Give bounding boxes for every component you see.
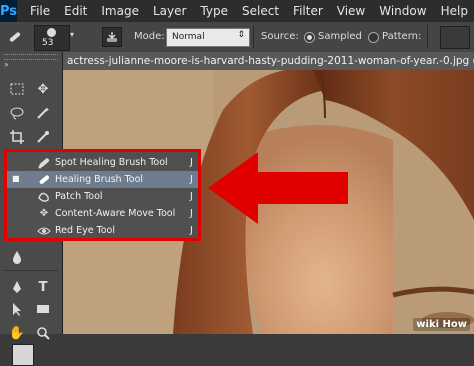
document-tab[interactable]: actress-julianne-moore-is-harvard-hasty-… xyxy=(63,52,474,70)
sampled-radio[interactable] xyxy=(304,32,315,43)
menu-window[interactable]: Window xyxy=(379,4,426,18)
svg-text:✦: ✦ xyxy=(44,106,50,114)
menu-bar: Ps File Edit Image Layer Type Select Fil… xyxy=(0,0,474,22)
menu-edit[interactable]: Edit xyxy=(64,4,87,18)
healing-tools-flyout: Spot Healing Brush Tool J ■ Healing Brus… xyxy=(4,149,201,241)
flyout-item-shortcut: J xyxy=(190,225,193,236)
brush-size-value: 53 xyxy=(42,38,54,48)
flyout-item-label: Red Eye Tool xyxy=(55,225,116,236)
flyout-item-patch[interactable]: Patch Tool J xyxy=(7,188,198,205)
flyout-item-label: Patch Tool xyxy=(55,191,103,202)
menu-type[interactable]: Type xyxy=(200,4,228,18)
source-label: Source: xyxy=(261,31,299,42)
eyedropper-icon[interactable] xyxy=(32,126,54,148)
type-tool-icon[interactable]: T xyxy=(32,276,54,298)
toolbar-divider xyxy=(4,270,58,271)
document-title: actress-julianne-moore-is-harvard-hasty-… xyxy=(67,55,474,67)
mode-value: Normal xyxy=(172,32,205,42)
select-arrows-icon: ⇕ xyxy=(237,30,245,40)
content-aware-move-icon: ✥ xyxy=(39,208,49,219)
brush-tip-icon xyxy=(47,28,56,37)
pattern-radio[interactable] xyxy=(368,32,379,43)
blur-drop-icon[interactable] xyxy=(6,246,28,268)
options-bar: 53 ▾ Mode: Normal ⇕ Source: Sampled Patt… xyxy=(0,22,474,53)
mode-label: Mode: xyxy=(134,31,165,42)
flyout-item-red-eye[interactable]: Red Eye Tool J xyxy=(7,222,198,239)
foreground-color-swatch[interactable] xyxy=(12,344,34,366)
hand-tool-icon[interactable]: ✋ xyxy=(6,322,28,344)
rectangular-marquee-icon[interactable] xyxy=(6,78,28,100)
flyout-item-label: Content-Aware Move Tool xyxy=(55,208,176,219)
panel-grip[interactable] xyxy=(4,54,58,60)
mode-select[interactable]: Normal ⇕ xyxy=(166,28,250,47)
flyout-item-shortcut: J xyxy=(190,191,193,202)
red-eye-icon xyxy=(37,224,51,238)
magic-wand-icon[interactable]: ✦ xyxy=(32,102,54,124)
flyout-item-content-aware-move[interactable]: ✥ Content-Aware Move Tool J xyxy=(7,205,198,222)
callout-arrow-icon xyxy=(208,152,348,224)
menu-filter[interactable]: Filter xyxy=(293,4,323,18)
flyout-item-spot-healing-brush[interactable]: Spot Healing Brush Tool J xyxy=(7,154,198,171)
flyout-item-shortcut: J xyxy=(190,208,193,219)
patch-icon xyxy=(37,190,51,204)
selected-bullet-icon: ■ xyxy=(12,174,20,183)
menu-help[interactable]: Help xyxy=(441,4,468,18)
chevron-down-icon[interactable]: ▾ xyxy=(70,30,74,39)
pattern-label: Pattern: xyxy=(382,31,422,42)
photoshop-logo[interactable]: Ps xyxy=(0,0,18,22)
menu-image[interactable]: Image xyxy=(101,4,139,18)
menu-layer[interactable]: Layer xyxy=(153,4,186,18)
pen-tool-icon[interactable] xyxy=(6,276,28,298)
crop-icon[interactable] xyxy=(6,126,28,148)
collapse-arrows-icon[interactable]: » xyxy=(4,60,9,69)
flyout-item-label: Spot Healing Brush Tool xyxy=(55,157,168,168)
flyout-item-healing-brush[interactable]: ■ Healing Brush Tool J xyxy=(7,171,198,188)
divider xyxy=(253,25,254,49)
sampled-label: Sampled xyxy=(318,31,362,42)
lasso-icon[interactable] xyxy=(6,102,28,124)
menu-view[interactable]: View xyxy=(337,4,365,18)
flyout-item-shortcut: J xyxy=(190,157,193,168)
path-selection-icon[interactable] xyxy=(6,298,28,320)
flyout-item-shortcut: J xyxy=(190,174,193,185)
zoom-tool-icon[interactable] xyxy=(32,322,54,344)
healing-brush-icon xyxy=(37,173,51,187)
wikihow-watermark: wiki How xyxy=(413,318,470,331)
brush-size-picker[interactable]: 53 xyxy=(34,25,70,51)
healing-brush-tool-preset-icon[interactable] xyxy=(6,28,24,46)
toggle-brush-panel-icon[interactable] xyxy=(102,27,122,47)
pattern-picker[interactable] xyxy=(440,26,470,49)
move-tool-icon[interactable]: ✥ xyxy=(32,78,54,100)
spot-healing-brush-icon xyxy=(37,156,51,170)
divider xyxy=(427,25,428,49)
flyout-item-label: Healing Brush Tool xyxy=(55,174,144,185)
menu-file[interactable]: File xyxy=(30,4,50,18)
rectangle-shape-icon[interactable] xyxy=(32,298,54,320)
menu-select[interactable]: Select xyxy=(242,4,279,18)
